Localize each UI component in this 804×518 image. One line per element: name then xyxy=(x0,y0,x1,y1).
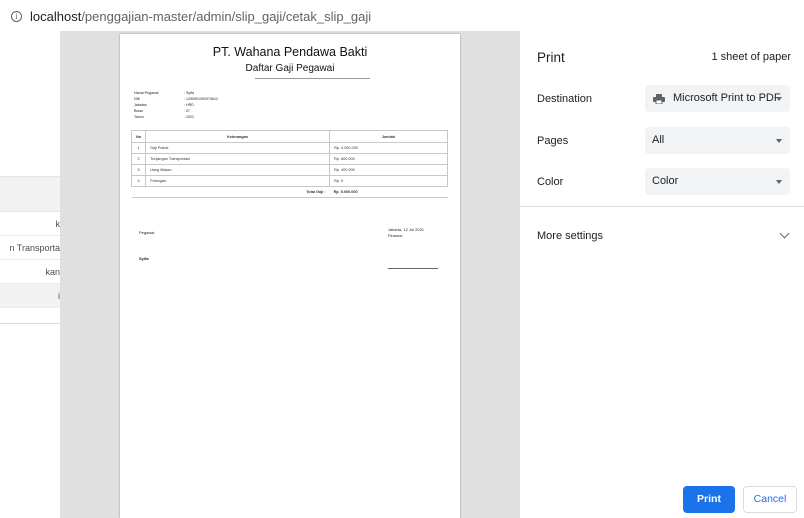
pages-value: All xyxy=(652,134,665,146)
cell-jumlah: Rp. 4.000.000 xyxy=(329,142,448,154)
cell-no: 3 xyxy=(130,164,147,176)
table-row: 4 Potongan Rp. 0 xyxy=(130,175,448,187)
salary-table: No Keterangan Jumlah 1 Gaji Pokok Rp. 4.… xyxy=(130,130,448,198)
signature-line xyxy=(388,268,438,269)
col-header-no: No xyxy=(130,130,147,143)
col-header-jumlah: Jumlah xyxy=(329,130,448,143)
printer-icon xyxy=(653,94,665,104)
total-value: Rp. 5.000.000 xyxy=(329,186,448,198)
url-host: localhost xyxy=(30,9,82,24)
cell-keterangan: Gaji Pokok xyxy=(145,142,331,154)
chevron-down-icon[interactable] xyxy=(779,228,790,239)
table-row: 1 Gaji Pokok Rp. 4.000.000 xyxy=(130,142,448,154)
document-subtitle: Daftar Gaji Pegawai xyxy=(245,63,335,74)
chevron-down-icon xyxy=(776,139,782,143)
background-row: n Transporta xyxy=(0,236,60,260)
address-bar[interactable]: i localhost/penggajian-master/admin/slip… xyxy=(0,0,804,31)
total-label: Total Gaji : xyxy=(131,186,330,198)
print-button[interactable]: Print xyxy=(683,486,735,513)
company-name: PT. Wahana Pendawa Bakti xyxy=(212,45,368,59)
cell-jumlah: Rp. 0 xyxy=(329,175,448,187)
color-select[interactable]: Color xyxy=(645,168,790,195)
url-path: /penggajian-master/admin/slip_gaji/cetak… xyxy=(81,9,372,24)
employee-info: Nama Pegawai: Syifa NIK: 129090109297461… xyxy=(134,90,218,120)
destination-value: Microsoft Print to PDF xyxy=(673,92,781,104)
cell-keterangan: Tunjangan Transportasi xyxy=(145,153,331,165)
pages-label: Pages xyxy=(537,135,569,147)
total-row: Total Gaji : Rp. 5.000.000 xyxy=(131,186,448,198)
color-value: Color xyxy=(652,175,679,187)
cell-keterangan: Uang Makan xyxy=(145,164,331,176)
chevron-down-icon xyxy=(776,180,782,184)
pages-select[interactable]: All xyxy=(645,127,790,154)
table-header-row: No Keterangan Jumlah xyxy=(130,130,448,143)
info-icon[interactable]: i xyxy=(11,11,22,22)
background-row: kan xyxy=(0,260,60,284)
cell-no: 2 xyxy=(130,153,147,165)
destination-label: Destination xyxy=(537,93,593,105)
cell-keterangan: Potongan xyxy=(145,175,331,187)
cell-jumlah: Rp. 400.000 xyxy=(329,164,448,176)
print-title: Print xyxy=(537,50,565,65)
cancel-button[interactable]: Cancel xyxy=(743,486,797,513)
panel-divider xyxy=(520,206,804,207)
background-page: k n Transporta kan i xyxy=(0,31,60,518)
more-settings-toggle[interactable]: More settings xyxy=(537,230,603,242)
chevron-down-icon xyxy=(776,97,782,101)
table-row: 3 Uang Makan Rp. 400.000 xyxy=(130,164,448,176)
print-settings-panel: Print 1 sheet of paper Destination Micro… xyxy=(520,31,804,518)
background-divider xyxy=(0,323,60,324)
cell-jumlah: Rp. 600.000 xyxy=(329,153,448,165)
title-underline xyxy=(255,78,370,79)
destination-select[interactable]: Microsoft Print to PDF xyxy=(645,85,790,112)
cell-no: 4 xyxy=(130,175,147,187)
preview-page: PT. Wahana Pendawa Bakti Daftar Gaji Peg… xyxy=(120,34,460,518)
print-preview[interactable]: PT. Wahana Pendawa Bakti Daftar Gaji Peg… xyxy=(60,31,520,518)
cell-no: 1 xyxy=(130,142,147,154)
color-label: Color xyxy=(537,176,564,188)
sheet-count: 1 sheet of paper xyxy=(711,51,791,63)
info-row: Tahun: 2021 xyxy=(134,115,194,119)
col-header-keterangan: Keterangan xyxy=(145,130,331,143)
employee-sign-name: Syifa xyxy=(139,256,149,261)
finance-sign-title: Finance, xyxy=(388,233,404,238)
background-row: k xyxy=(0,212,60,236)
employee-sign-title: Pegawai xyxy=(139,230,155,235)
table-row: 2 Tunjangan Transportasi Rp. 600.000 xyxy=(130,153,448,165)
url-text[interactable]: localhost/penggajian-master/admin/slip_g… xyxy=(30,9,371,24)
background-table-header xyxy=(0,176,60,212)
background-row: i xyxy=(0,284,60,308)
